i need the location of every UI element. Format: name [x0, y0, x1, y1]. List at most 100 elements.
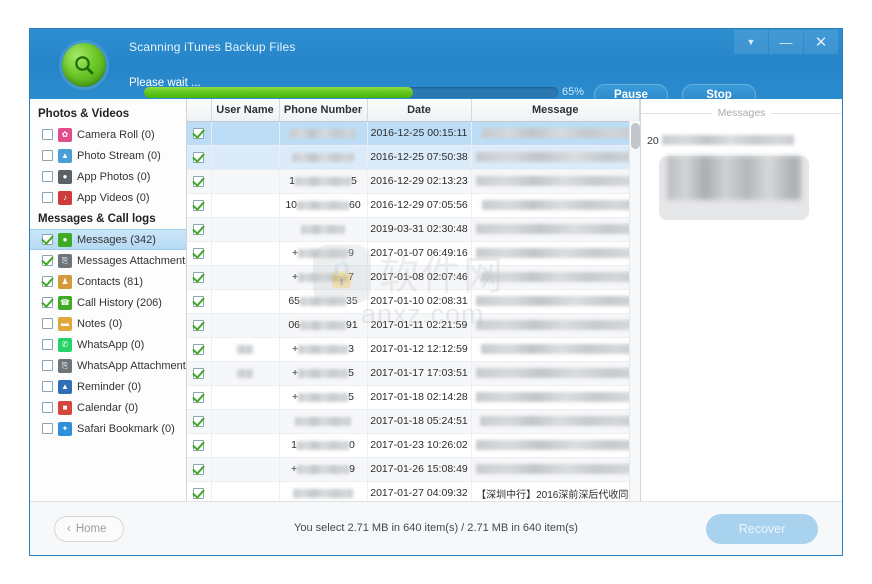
- table-row[interactable]: +5 2017-01-17 17:03:51: [187, 361, 640, 386]
- sidebar-item-reminder[interactable]: ▲ Reminder (0): [30, 376, 186, 397]
- table-row[interactable]: +7 2017-01-08 02:07:46: [187, 265, 640, 290]
- column-header-select[interactable]: [187, 99, 212, 122]
- table-row[interactable]: +5 2017-01-18 02:14:28: [187, 385, 640, 410]
- table-row[interactable]: 10 60 2016-12-29 07:05:56: [187, 193, 640, 218]
- sidebar-item-notes[interactable]: ▬ Notes (0): [30, 313, 186, 334]
- row-checkbox-cell[interactable]: [187, 457, 212, 482]
- sidebar-item-checkbox[interactable]: [42, 339, 53, 350]
- row-checkbox-cell[interactable]: [187, 265, 212, 290]
- row-checkbox-cell[interactable]: [187, 289, 212, 314]
- sidebar-item-app-photos[interactable]: ● App Photos (0): [30, 166, 186, 187]
- table-row[interactable]: 2016-12-25 00:15:11: [187, 121, 640, 146]
- preview-item: 20: [641, 123, 842, 147]
- row-checkbox[interactable]: [193, 487, 205, 499]
- table-row[interactable]: 2016-12-25 07:50:38: [187, 145, 640, 170]
- sidebar-item-checkbox[interactable]: [42, 276, 53, 287]
- table-row[interactable]: +9 2017-01-26 15:08:49: [187, 457, 640, 482]
- phone-prefix: 10: [285, 199, 297, 211]
- sidebar-item-checkbox[interactable]: [42, 171, 53, 182]
- close-icon[interactable]: ✕: [804, 30, 838, 54]
- row-checkbox-cell[interactable]: [187, 217, 212, 242]
- table-row[interactable]: 65 35 2017-01-10 02:08:31: [187, 289, 640, 314]
- table-row[interactable]: 2017-01-18 05:24:51: [187, 409, 640, 434]
- redacted-user-name: [237, 368, 253, 378]
- redacted-phone-number: [298, 368, 349, 378]
- sidebar-item-checkbox[interactable]: [42, 423, 53, 434]
- minimize-icon[interactable]: —: [769, 30, 803, 54]
- sidebar-item-checkbox[interactable]: [42, 402, 53, 413]
- sidebar-item-safari-bookmark[interactable]: ✦ Safari Bookmark (0): [30, 418, 186, 439]
- row-checkbox[interactable]: [193, 175, 205, 187]
- sidebar-item-whatsapp-attachments[interactable]: ⎘ WhatsApp Attachments (0): [30, 355, 186, 376]
- sidebar-item-checkbox[interactable]: [42, 360, 53, 371]
- sidebar-item-messages-attachments[interactable]: ⎘ Messages Attachments (11): [30, 250, 186, 271]
- sidebar-item-checkbox[interactable]: [42, 234, 53, 245]
- row-checkbox-cell[interactable]: [187, 481, 212, 501]
- row-checkbox-cell[interactable]: [187, 193, 212, 218]
- row-checkbox-cell[interactable]: [187, 313, 212, 338]
- column-header-phone-number[interactable]: Phone Number: [279, 99, 368, 122]
- row-checkbox-cell[interactable]: [187, 433, 212, 458]
- row-checkbox[interactable]: [193, 127, 205, 139]
- table-row[interactable]: 1 5 2016-12-29 02:13:23: [187, 169, 640, 194]
- dropdown-menu-icon[interactable]: ▼: [734, 30, 768, 54]
- table-row[interactable]: +9 2017-01-07 06:49:16: [187, 241, 640, 266]
- sidebar-item-checkbox[interactable]: [42, 192, 53, 203]
- sidebar-item-calendar[interactable]: ■ Calendar (0): [30, 397, 186, 418]
- pause-button[interactable]: Pause: [594, 84, 668, 99]
- sidebar-item-checkbox[interactable]: [42, 255, 53, 266]
- sidebar-item-camera-roll[interactable]: ✿ Camera Roll (0): [30, 124, 186, 145]
- redacted-phone-number: [298, 344, 349, 354]
- chevron-right-icon[interactable]: ›: [641, 274, 646, 308]
- row-checkbox-cell[interactable]: [187, 337, 212, 362]
- redacted-phone-number: [297, 464, 350, 474]
- table-row[interactable]: 1 0 2017-01-23 10:26:02: [187, 433, 640, 458]
- row-checkbox[interactable]: [193, 319, 205, 331]
- cell-date: 2017-01-26 15:08:49: [367, 457, 472, 482]
- row-checkbox[interactable]: [193, 439, 205, 451]
- row-checkbox[interactable]: [193, 343, 205, 355]
- column-header-message[interactable]: Message: [471, 99, 640, 122]
- row-checkbox[interactable]: [193, 415, 205, 427]
- row-checkbox[interactable]: [193, 391, 205, 403]
- row-checkbox-cell[interactable]: [187, 121, 212, 146]
- stop-button[interactable]: Stop: [682, 84, 756, 99]
- sidebar-item-checkbox[interactable]: [42, 318, 53, 329]
- sidebar-item-whatsapp[interactable]: ✆ WhatsApp (0): [30, 334, 186, 355]
- sidebar-item-checkbox[interactable]: [42, 150, 53, 161]
- row-checkbox-cell[interactable]: [187, 409, 212, 434]
- row-checkbox[interactable]: [193, 223, 205, 235]
- sidebar-item-call-history[interactable]: ☎ Call History (206): [30, 292, 186, 313]
- column-header-date[interactable]: Date: [367, 99, 472, 122]
- row-checkbox[interactable]: [193, 271, 205, 283]
- row-checkbox[interactable]: [193, 151, 205, 163]
- row-checkbox[interactable]: [193, 367, 205, 379]
- row-checkbox[interactable]: [193, 463, 205, 475]
- sidebar-item-photo-stream[interactable]: ▲ Photo Stream (0): [30, 145, 186, 166]
- row-checkbox[interactable]: [193, 199, 205, 211]
- table-row[interactable]: +3 2017-01-12 12:12:59: [187, 337, 640, 362]
- row-checkbox[interactable]: [193, 295, 205, 307]
- sidebar-item-app-videos[interactable]: ♪ App Videos (0): [30, 187, 186, 208]
- sidebar-item-messages[interactable]: ● Messages (342): [30, 229, 186, 250]
- sidebar-item-checkbox[interactable]: [42, 129, 53, 140]
- column-header-user-name[interactable]: User Name: [211, 99, 280, 122]
- row-checkbox-cell[interactable]: [187, 145, 212, 170]
- sidebar-item-checkbox[interactable]: [42, 381, 53, 392]
- table-row[interactable]: 2017-01-27 04:09:32 【深圳中行】2016深前深后代收同行: [187, 481, 640, 501]
- cell-date: 2017-01-08 02:07:46: [367, 265, 472, 290]
- row-checkbox[interactable]: [193, 247, 205, 259]
- message-text: 【深圳中行】2016深前深后代收同行: [476, 489, 639, 501]
- sidebar-item-checkbox[interactable]: [42, 297, 53, 308]
- table-scrollbar-thumb[interactable]: [631, 123, 640, 149]
- row-checkbox-cell[interactable]: [187, 169, 212, 194]
- sidebar-item-contacts[interactable]: ♟ Contacts (81): [30, 271, 186, 292]
- row-checkbox-cell[interactable]: [187, 385, 212, 410]
- table-row[interactable]: 2019-03-31 02:30:48: [187, 217, 640, 242]
- row-checkbox-cell[interactable]: [187, 361, 212, 386]
- table-scrollbar[interactable]: [629, 121, 640, 501]
- table-row[interactable]: 06 91 2017-01-11 02:21:59: [187, 313, 640, 338]
- cell-message: [471, 193, 640, 218]
- recover-button[interactable]: Recover: [706, 514, 818, 544]
- row-checkbox-cell[interactable]: [187, 241, 212, 266]
